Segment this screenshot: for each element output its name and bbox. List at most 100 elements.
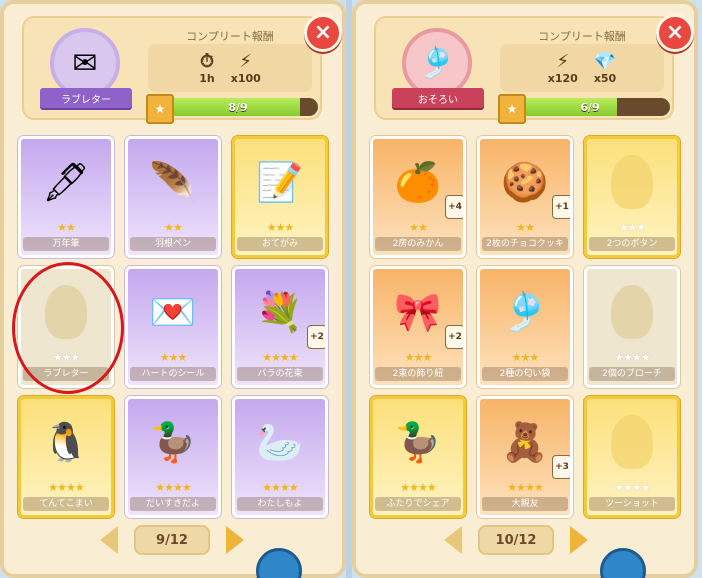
collection-card[interactable]: 💌 ★★★ ハートのシール — [125, 266, 221, 388]
collection-progress-bar: 6/9 — [510, 98, 670, 116]
star-rating: ★★★★ — [155, 481, 191, 494]
card-grid: 🍊 ★★ 2房のみかん +4 🍪 ★★ 2枚のチョコクッキー +1 ★★★ 2つのボタン 🎀 ★★★ 2… — [370, 136, 680, 518]
star-rating: ★★★ — [511, 351, 540, 364]
album-book-icon: ★ — [146, 94, 174, 124]
collection-card[interactable]: 🎐 ★★★ 2種の匂い袋 — [477, 266, 573, 388]
star-rating: ★★ — [409, 221, 428, 234]
prev-page-arrow-icon[interactable] — [444, 526, 462, 554]
star-rating: ★★★★ — [262, 351, 298, 364]
collection-card[interactable]: 🪶 ★★ 羽根ペン — [125, 136, 221, 258]
star-rating: ★★ — [57, 221, 76, 234]
collection-card[interactable]: ★★★★ ツーショット — [584, 396, 680, 518]
collection-card[interactable]: 🍪 ★★ 2枚のチョコクッキー +1 — [477, 136, 573, 258]
duck-with-letter-icon: 🦆 — [149, 419, 197, 464]
card-name: 万年筆 — [23, 237, 109, 251]
collection-card[interactable]: 🐧 ★★★★ てんてこまい — [18, 396, 114, 518]
collection-card[interactable]: ★★★ ラブレター — [18, 266, 114, 388]
card-name: ツーショット — [589, 497, 675, 511]
complete-reward-header: 🎐 おそろい コンプリート報酬 ⚡ x120 💎 x50 6/9 ★ — [374, 16, 674, 124]
star-rating: ★★★★ — [400, 481, 436, 494]
duck-with-flowers-icon: 🦢 — [256, 419, 304, 464]
prev-page-arrow-icon[interactable] — [100, 526, 118, 554]
progress-text: 6/9 — [580, 100, 600, 114]
collection-card[interactable]: 🦆 ★★★★ だいすきだよ — [125, 396, 221, 518]
star-rating: ★★★★ — [614, 481, 650, 494]
collection-card[interactable]: 🖋 ★★ 万年筆 — [18, 136, 114, 258]
reward-item: 💎 x50 — [593, 50, 617, 85]
reward-box: ⏱ 1h ⚡ x100 — [148, 44, 312, 92]
locked-silhouette-icon — [611, 415, 653, 469]
heart-envelope-icon: 💌 — [149, 289, 197, 334]
collection-name: ラブレター — [40, 88, 132, 108]
card-name: 2枚のチョコクッキー — [482, 237, 568, 255]
card-name: 2個のブローチ — [589, 367, 675, 381]
two-ducks-icon: 🦆 — [394, 419, 442, 464]
close-button[interactable]: × — [304, 14, 342, 52]
quill-pen-icon: 🪶 — [149, 159, 197, 204]
page-navigation: 9/12 — [100, 524, 244, 556]
star-rating: ★★ — [516, 221, 535, 234]
duplicate-count-badge: +1 — [552, 195, 570, 219]
next-page-arrow-icon[interactable] — [226, 526, 244, 554]
letter-writing-icon: 📝 — [256, 159, 304, 204]
collection-name: おそろい — [392, 88, 484, 108]
locked-silhouette-icon — [611, 155, 653, 209]
collection-card[interactable]: 💐 ★★★★ バラの花束 +2 — [232, 266, 328, 388]
clock-icon: ⏱ — [199, 50, 214, 72]
page-indicator: 9/12 — [134, 525, 210, 555]
complete-reward-header: ✉ ラブレター コンプリート報酬 ⏱ 1h ⚡ x100 8/9 ★ — [22, 16, 322, 124]
page-indicator: 10/12 — [478, 525, 554, 555]
collection-panel-right: 🎐 おそろい コンプリート報酬 ⚡ x120 💎 x50 6/9 ★ × 🍊 ★★ 2房… — [352, 0, 698, 578]
collection-badge: ✉ ラブレター — [36, 28, 136, 116]
star-rating: ★★★ — [159, 351, 188, 364]
collection-card[interactable]: 🦆 ★★★★ ふたりでシェア — [370, 396, 466, 518]
scent-bags-icon: 🎐 — [501, 289, 549, 334]
star-rating: ★★★★ — [614, 351, 650, 364]
card-name: てんてこまい — [23, 497, 109, 511]
star-rating: ★★★★ — [262, 481, 298, 494]
collection-card[interactable]: ★★★ 2つのボタン — [584, 136, 680, 258]
star-rating: ★★★★ — [48, 481, 84, 494]
card-name: 2つのボタン — [589, 237, 675, 251]
star-rating: ★★★ — [266, 221, 295, 234]
album-menu-button[interactable] — [256, 548, 302, 578]
collection-card[interactable]: ★★★★ 2個のブローチ — [584, 266, 680, 388]
card-name: だいすきだよ — [130, 497, 216, 511]
star-rating: ★★ — [164, 221, 183, 234]
card-name: 2束の飾り紐 — [375, 367, 461, 381]
locked-silhouette-icon — [45, 285, 87, 339]
reward-item: ⚡ x100 — [230, 50, 261, 85]
card-name: 2房のみかん — [375, 237, 461, 251]
collection-progress-bar: 8/9 — [158, 98, 318, 116]
card-name: ラブレター — [23, 367, 109, 381]
card-name: ふたりでシェア — [375, 497, 461, 511]
locked-silhouette-icon — [587, 145, 677, 219]
locked-silhouette-icon — [21, 275, 111, 349]
star-rating: ★★★ — [52, 351, 81, 364]
star-rating: ★★★ — [618, 221, 647, 234]
next-page-arrow-icon[interactable] — [570, 526, 588, 554]
reward-box: ⚡ x120 💎 x50 — [500, 44, 664, 92]
star-rating: ★★★ — [404, 351, 433, 364]
album-book-icon: ★ — [498, 94, 526, 124]
reward-title: コンプリート報酬 — [538, 30, 626, 43]
card-name: ハートのシール — [130, 367, 216, 381]
collection-card[interactable]: 🧸 ★★★★ 大親友 +3 — [477, 396, 573, 518]
busy-character-icon: 🐧 — [42, 419, 90, 464]
card-name: おてがみ — [237, 237, 323, 251]
lightning-icon: ⚡ — [239, 50, 253, 72]
card-name: 大親友 — [482, 497, 568, 511]
collection-card[interactable]: 📝 ★★★ おてがみ — [232, 136, 328, 258]
collection-card[interactable]: 🍊 ★★ 2房のみかん +4 — [370, 136, 466, 258]
close-button[interactable]: × — [656, 14, 694, 52]
card-name: 2種の匂い袋 — [482, 367, 568, 381]
collection-badge: 🎐 おそろい — [388, 28, 488, 116]
reward-item: ⏱ 1h — [199, 50, 215, 85]
collection-card[interactable]: 🦢 ★★★★ わたしもよ — [232, 396, 328, 518]
collection-panel-left: ✉ ラブレター コンプリート報酬 ⏱ 1h ⚡ x100 8/9 ★ × 🖋 ★★ 万年… — [0, 0, 346, 578]
fountain-pen-icon: 🖋 — [41, 159, 91, 204]
collection-card[interactable]: 🎀 ★★★ 2束の飾り紐 +2 — [370, 266, 466, 388]
page-navigation: 10/12 — [444, 524, 588, 556]
card-name: 羽根ペン — [130, 237, 216, 251]
album-menu-button[interactable] — [600, 548, 646, 578]
